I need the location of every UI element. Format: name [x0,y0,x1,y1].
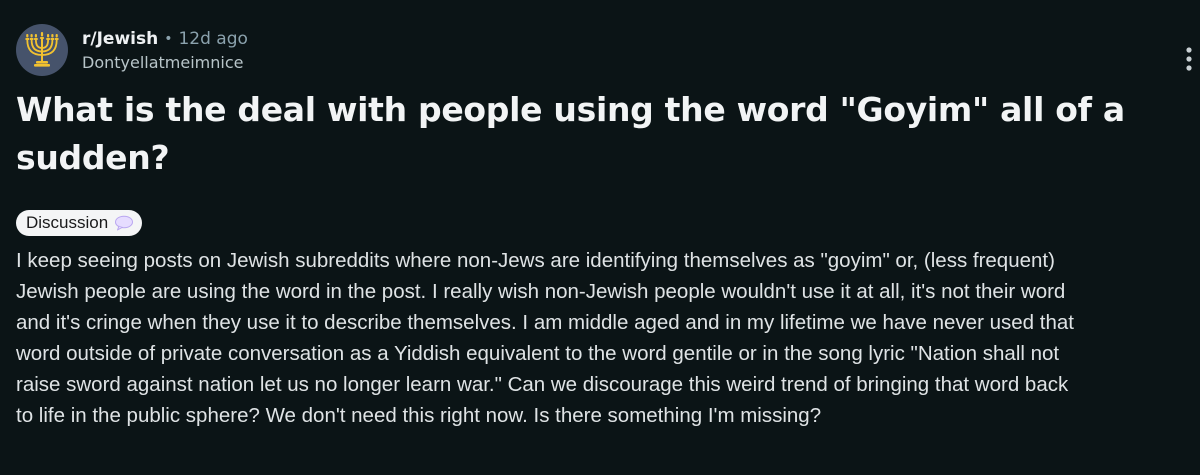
flair-label: Discussion [26,213,109,232]
post-body-line: Jewish people are using the word in the … [16,280,1066,303]
author-link[interactable]: Dontyellatmeimnice [82,52,248,74]
post-body-line: and it's cringe when they use it to desc… [16,311,1074,334]
post-body-line: word outside of private conversation as … [16,342,1060,365]
subreddit-avatar[interactable] [16,24,68,76]
more-vertical-icon[interactable] [1178,44,1200,74]
post-body-line: I keep seeing posts on Jewish subreddits… [16,249,1055,272]
post-meta-line: r/Jewish • 12d ago [82,28,248,50]
post-flair[interactable]: Discussion [16,210,143,236]
meta-separator: • [164,31,173,47]
speech-bubble-icon [114,215,134,231]
post-card: r/Jewish • 12d ago Dontyellatmeimnice Wh… [0,0,1200,475]
post-body-line: to life in the public sphere? We don't n… [16,404,822,427]
post-age: 12d ago [178,29,248,49]
post-meta: r/Jewish • 12d ago Dontyellatmeimnice [82,28,248,74]
menorah-icon [25,32,59,67]
post-title[interactable]: What is the deal with people using the w… [16,86,1196,182]
post-body-line: raise sword against nation let us no lon… [16,373,1069,396]
post-body: I keep seeing posts on Jewish subreddits… [16,245,1200,431]
subreddit-link[interactable]: r/Jewish [82,28,158,50]
